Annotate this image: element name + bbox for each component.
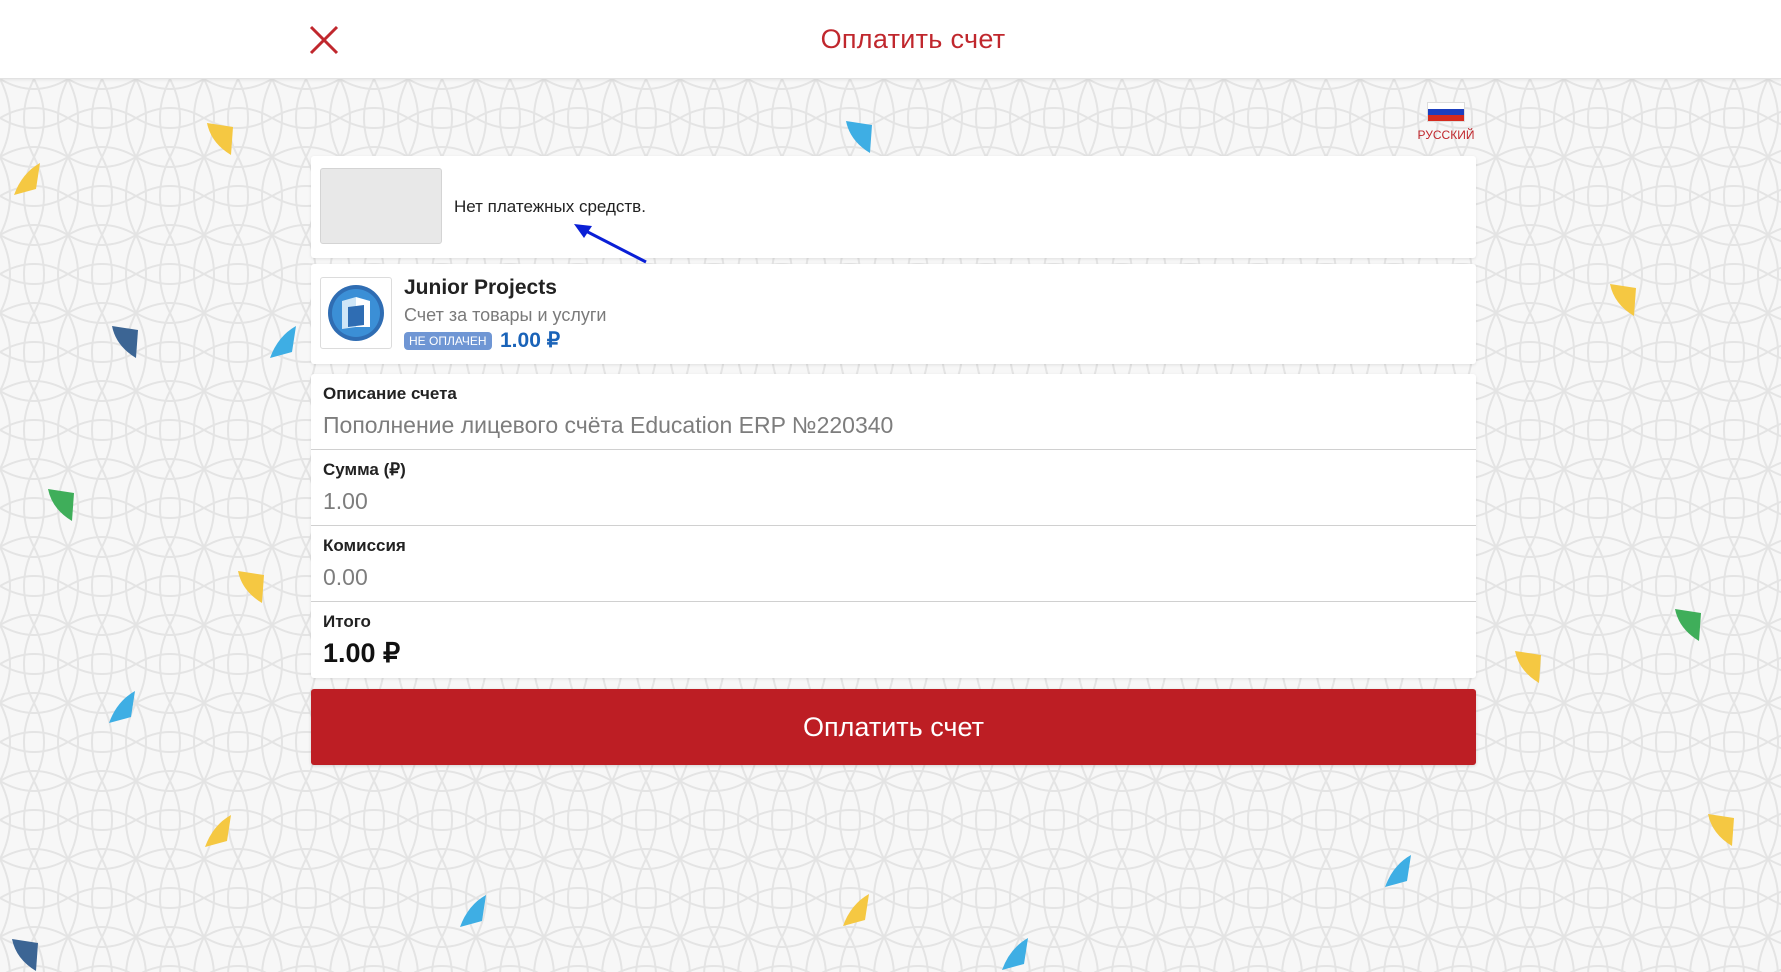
- yellow-leaf-icon: [205, 815, 231, 847]
- description-row: Описание счета Пополнение лицевого счёта…: [311, 374, 1476, 450]
- merchant-name: Junior Projects: [404, 276, 557, 299]
- blue-leaf-icon: [460, 895, 486, 927]
- blue-leaf-icon: [1002, 938, 1028, 970]
- payment-method-placeholder: [320, 168, 442, 244]
- yellow-leaf-icon: [1515, 651, 1541, 683]
- language-label: РУССКИЙ: [1417, 128, 1475, 142]
- commission-row: Комиссия 0.00: [311, 526, 1476, 602]
- green-leaf-icon: [1675, 609, 1701, 641]
- darkblue-leaf-icon: [12, 939, 38, 971]
- yellow-leaf-icon: [843, 894, 869, 926]
- total-label: Итого: [323, 612, 371, 631]
- green-leaf-icon: [48, 489, 74, 521]
- yellow-leaf-icon: [1610, 284, 1636, 316]
- top-bar: Оплатить счет: [0, 0, 1781, 79]
- invoice-details-card: Описание счета Пополнение лицевого счёта…: [311, 374, 1476, 678]
- page-title: Оплатить счет: [820, 24, 1006, 54]
- total-value: 1.00 ₽: [323, 638, 401, 668]
- commission-label: Комиссия: [323, 536, 406, 555]
- yellow-leaf-icon: [14, 163, 40, 195]
- total-row: Итого 1.00 ₽: [311, 602, 1476, 677]
- russia-flag-icon: [1427, 102, 1465, 122]
- commission-value: 0.00: [323, 564, 368, 590]
- yellow-leaf-icon: [207, 123, 233, 155]
- blue-leaf-icon: [270, 326, 296, 358]
- sum-label: Сумма (₽): [323, 460, 406, 479]
- yellow-leaf-icon: [1708, 814, 1734, 846]
- payment-methods-card: Нет платежных средств.: [311, 156, 1476, 258]
- yellow-leaf-icon: [238, 571, 264, 603]
- merchant-card: Junior Projects Счет за товары и услуги …: [311, 264, 1476, 364]
- sum-row: Сумма (₽) 1.00: [311, 450, 1476, 526]
- blue-leaf-icon: [109, 691, 135, 723]
- pay-invoice-button[interactable]: Оплатить счет: [311, 689, 1476, 765]
- blue-leaf-icon: [1385, 855, 1411, 887]
- description-value: Пополнение лицевого счёта Education ERP …: [323, 412, 894, 438]
- language-selector[interactable]: РУССКИЙ: [1414, 102, 1478, 142]
- payment-page: Оплатить счет РУССКИЙ Нет платежных сред…: [0, 0, 1781, 972]
- merchant-subtitle: Счет за товары и услуги: [404, 305, 607, 325]
- sum-value: 1.00: [323, 488, 368, 514]
- merchant-amount: 1.00 ₽: [500, 329, 561, 352]
- no-payment-methods-text: Нет платежных средств.: [454, 197, 646, 216]
- description-label: Описание счета: [323, 384, 457, 403]
- status-badge: НЕ ОПЛАЧЕН: [404, 332, 492, 350]
- blue-leaf-icon: [846, 121, 872, 153]
- junior-projects-logo-icon: [320, 277, 392, 349]
- darkblue-leaf-icon: [112, 326, 138, 358]
